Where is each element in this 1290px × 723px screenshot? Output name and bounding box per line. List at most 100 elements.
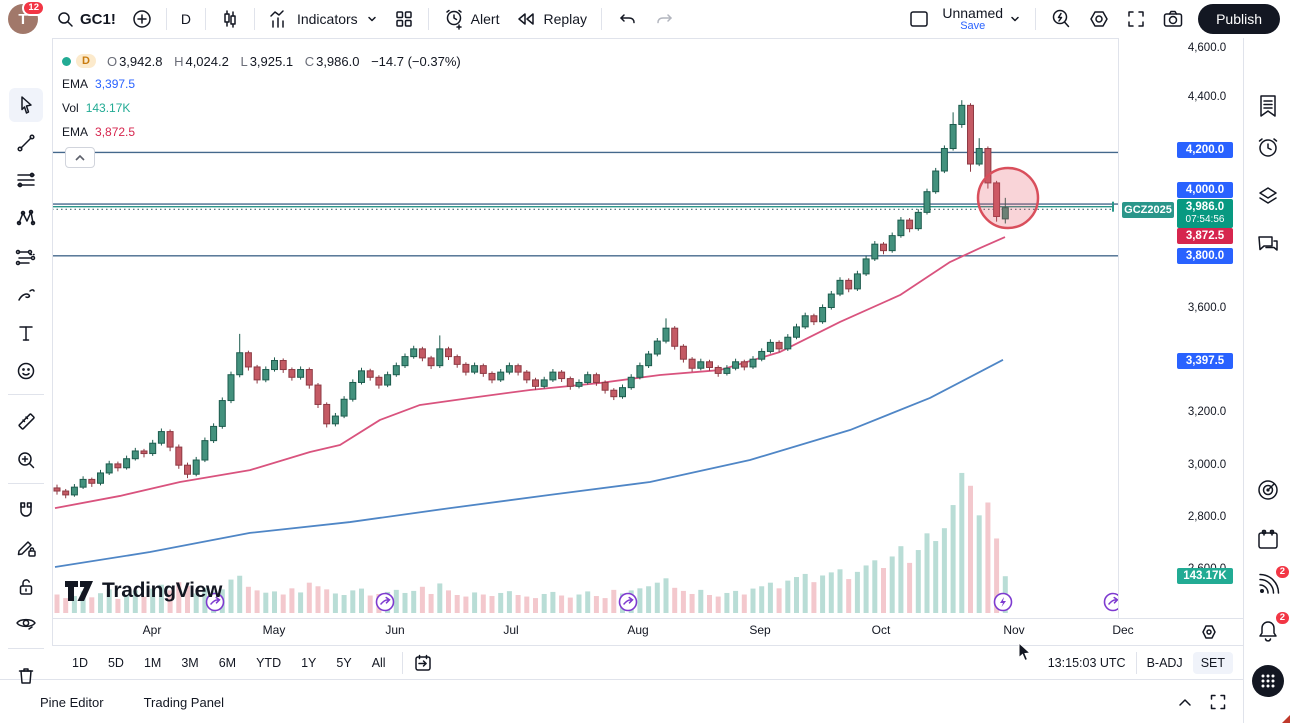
dividend-event-icon[interactable]	[620, 594, 637, 611]
candle	[515, 366, 521, 372]
emoji-tool-button[interactable]	[9, 354, 43, 388]
layout-select-button[interactable]	[900, 4, 938, 34]
volume-bar	[733, 591, 738, 613]
layout-grid-button[interactable]	[386, 4, 422, 34]
indicator-row-volume[interactable]: Vol 143.17K	[62, 96, 463, 120]
settlement-toggle[interactable]: SET	[1193, 652, 1233, 674]
unlock-icon	[15, 576, 37, 598]
range-button-YTD[interactable]: YTD	[248, 652, 289, 674]
candle	[289, 370, 295, 378]
layout-menu-button[interactable]	[1007, 4, 1029, 34]
indicator-templates-button[interactable]	[366, 4, 386, 34]
range-button-1D[interactable]: 1D	[64, 652, 96, 674]
alerts-panel-button[interactable]	[1253, 133, 1283, 163]
candle	[741, 362, 747, 367]
news-flow-button[interactable]: 2	[1253, 570, 1283, 600]
apps-menu-button[interactable]	[1252, 665, 1284, 697]
chart-style-button[interactable]	[212, 4, 248, 34]
user-avatar[interactable]: T 12	[8, 4, 38, 34]
volume-bar	[281, 594, 286, 613]
volume-bar	[664, 578, 669, 613]
tab-pine-editor[interactable]: Pine Editor	[40, 695, 104, 710]
range-button-1M[interactable]: 1M	[136, 652, 169, 674]
candle	[324, 404, 330, 423]
panel-expand-button[interactable]	[1169, 687, 1201, 717]
quick-search-button[interactable]	[1042, 4, 1080, 34]
range-button-All[interactable]: All	[364, 652, 394, 674]
candle	[576, 382, 582, 386]
magnet-mode-button[interactable]	[9, 493, 43, 527]
save-link[interactable]: Save	[960, 21, 985, 33]
candle	[176, 447, 182, 465]
drawing-mode-button[interactable]	[9, 531, 43, 565]
candle	[776, 342, 782, 348]
chat-button[interactable]	[1253, 229, 1283, 259]
candle	[141, 451, 147, 454]
zoom-in-tool-button[interactable]	[9, 443, 43, 477]
toolbar-divider	[254, 8, 255, 30]
replay-button[interactable]: Replay	[507, 4, 595, 34]
range-button-3M[interactable]: 3M	[173, 652, 206, 674]
last-price-value: 3,986.0	[1177, 201, 1233, 214]
candle	[185, 465, 191, 474]
range-button-5D[interactable]: 5D	[100, 652, 132, 674]
adjustment-toggle[interactable]: B-ADJ	[1147, 656, 1183, 670]
candle	[759, 351, 765, 359]
dividend-event-icon[interactable]	[377, 594, 394, 611]
cursor-tool-button[interactable]	[9, 88, 43, 122]
go-to-date-button[interactable]	[409, 648, 437, 678]
symbol-search-button[interactable]: GC1!	[48, 4, 124, 34]
fib-retracement-tool-button[interactable]	[9, 163, 43, 197]
annotation-circle[interactable]	[978, 168, 1038, 228]
candle	[959, 105, 965, 124]
layout-save-control[interactable]: Unnamed Save	[938, 6, 1007, 32]
range-button-5Y[interactable]: 5Y	[328, 652, 359, 674]
snapshot-button[interactable]	[1154, 4, 1192, 34]
remove-drawings-button[interactable]	[9, 658, 43, 692]
candle	[889, 236, 895, 251]
calendar-button[interactable]	[1253, 525, 1283, 555]
publish-button[interactable]: Publish	[1198, 4, 1280, 34]
alert-button[interactable]: Alert	[435, 4, 508, 34]
fullscreen-button[interactable]	[1118, 4, 1154, 34]
indicator-row-ema-slow[interactable]: EMA 3,397.5	[62, 72, 463, 96]
range-button-6M[interactable]: 6M	[211, 652, 244, 674]
time-axis[interactable]: AprMayJunJulAugSepOctNovDec	[52, 618, 1243, 646]
legend-main-row[interactable]: D O3,942.8 H4,024.2 L3,925.1 C3,986.0 −1…	[62, 50, 463, 72]
text-tool-button[interactable]	[9, 316, 43, 350]
volume-bar	[768, 583, 773, 613]
screener-button[interactable]	[1253, 475, 1283, 505]
measure-tool-button[interactable]	[9, 404, 43, 438]
redo-button[interactable]	[646, 4, 684, 34]
brush-tool-button[interactable]	[9, 278, 43, 312]
legend-collapse-button[interactable]	[65, 147, 95, 168]
forecast-tool-button[interactable]	[9, 240, 43, 274]
indicators-button[interactable]: Indicators	[261, 4, 366, 34]
compare-add-button[interactable]	[124, 4, 160, 34]
interval-button[interactable]: D	[173, 4, 199, 34]
open-value: 3,942.8	[119, 54, 162, 69]
range-button-1Y[interactable]: 1Y	[293, 652, 324, 674]
indicator-row-ema-fast[interactable]: EMA 3,872.5	[62, 120, 463, 144]
volume-bar	[959, 473, 964, 613]
settings-button[interactable]	[1080, 4, 1118, 34]
hide-drawings-button[interactable]	[9, 607, 43, 641]
watchlist-button[interactable]	[1253, 91, 1283, 121]
pattern-tool-button[interactable]	[9, 201, 43, 235]
candle	[707, 362, 713, 368]
object-tree-button[interactable]	[1253, 181, 1283, 211]
candle	[672, 328, 678, 346]
tab-trading-panel[interactable]: Trading Panel	[144, 695, 224, 710]
volume-bar	[507, 591, 512, 613]
clock-utc[interactable]: 13:15:03 UTC	[1048, 656, 1126, 670]
volume-bar	[898, 546, 903, 613]
price-scale[interactable]: 4,600.04,400.03,600.03,200.03,000.02,800…	[1118, 38, 1244, 618]
lock-drawings-button[interactable]	[9, 570, 43, 604]
undo-button[interactable]	[608, 4, 646, 34]
candle	[411, 349, 417, 357]
candle	[419, 349, 425, 358]
scales-settings-icon[interactable]	[1200, 623, 1218, 641]
panel-maximize-button[interactable]	[1201, 687, 1235, 717]
notifications-button[interactable]: 2	[1253, 616, 1283, 646]
trend-line-tool-button[interactable]	[9, 126, 43, 160]
